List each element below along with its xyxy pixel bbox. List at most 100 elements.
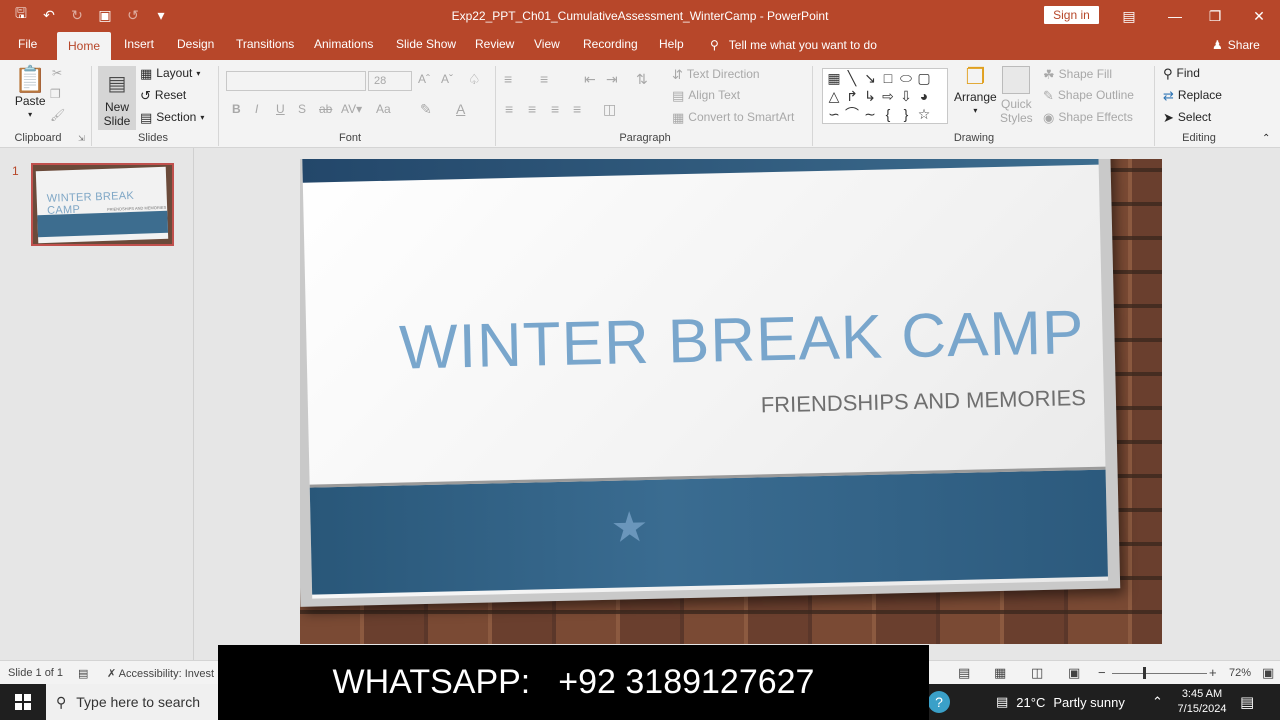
shape-outline-button[interactable]: ✎ Shape Outline <box>1043 88 1134 102</box>
arrow-line-shape-icon[interactable]: ↘ <box>861 69 879 87</box>
align-left-icon[interactable]: ≡ <box>505 101 513 117</box>
tab-file[interactable]: File <box>18 37 37 51</box>
curve-shape-icon[interactable]: ∽ <box>825 105 843 123</box>
slide-sorter-icon[interactable]: ▦ <box>994 665 1006 681</box>
share-button[interactable]: ♟ Share <box>1212 38 1260 52</box>
clipboard-launcher-icon[interactable]: ⇲ <box>78 135 85 143</box>
slide-thumbnail[interactable]: WINTER BREAK CAMP FRIENDSHIPS AND MEMORI… <box>31 163 174 246</box>
font-name-combo[interactable] <box>226 71 366 91</box>
bold-button[interactable]: B <box>232 102 241 116</box>
clock[interactable]: 3:45 AM 7/15/2024 <box>1172 684 1232 720</box>
tab-review[interactable]: Review <box>475 37 514 51</box>
tab-transitions[interactable]: Transitions <box>236 37 294 51</box>
accessibility-status[interactable]: ✗ Accessibility: Invest <box>107 667 214 680</box>
windows-start-icon[interactable] <box>0 684 46 720</box>
slideshow-view-icon[interactable]: ▣ <box>1068 665 1080 681</box>
reading-view-icon[interactable]: ◫ <box>1031 665 1043 681</box>
clear-formatting-icon[interactable]: ♤ <box>468 71 481 88</box>
taskbar-search[interactable]: ⚲ Type here to search <box>46 684 218 720</box>
layout-button[interactable]: ▦ Layout ▾ <box>140 66 200 80</box>
grow-font-icon[interactable]: Aˆ <box>418 72 430 86</box>
squiggle-shape-icon[interactable]: ∼ <box>861 105 879 123</box>
ribbon-display-icon[interactable]: ▤ <box>1106 0 1152 32</box>
tab-design[interactable]: Design <box>177 37 214 51</box>
zoom-out-icon[interactable]: − <box>1098 665 1106 680</box>
zoom-slider-thumb[interactable] <box>1143 667 1146 679</box>
normal-view-icon[interactable]: ▤ <box>958 665 970 681</box>
arrange-button[interactable]: ❐ Arrange ▾ <box>954 66 997 116</box>
right-arrow-shape-icon[interactable]: ⇨ <box>879 87 897 105</box>
line-shape-icon[interactable]: ╲ <box>843 69 861 87</box>
freeform-shape-icon[interactable]: ◕ <box>915 87 933 105</box>
italic-button[interactable]: I <box>255 102 258 116</box>
section-button[interactable]: ▤ Section ▾ <box>140 110 204 124</box>
reset-button[interactable]: ↺ Reset <box>140 88 186 102</box>
tab-recording[interactable]: Recording <box>583 37 638 51</box>
bullets-icon[interactable]: ≡ <box>504 71 512 87</box>
columns-icon[interactable]: ◫ <box>603 101 616 118</box>
rectangle-shape-icon[interactable]: □ <box>879 69 897 87</box>
cut-icon[interactable]: ✂ <box>52 66 62 80</box>
triangle-shape-icon[interactable]: △ <box>825 87 843 105</box>
notes-check-icon[interactable]: ▤ <box>78 667 88 680</box>
close-icon[interactable]: ✕ <box>1236 0 1280 32</box>
zoom-slider[interactable] <box>1112 673 1207 674</box>
highlight-icon[interactable]: ✎ <box>420 101 432 118</box>
slide-subtitle[interactable]: FRIENDSHIPS AND MEMORIES <box>608 385 1087 422</box>
sign-in-button[interactable]: Sign in <box>1044 6 1099 24</box>
quick-styles-button[interactable]: Quick Styles <box>1000 66 1033 125</box>
select-button[interactable]: ➤ Select <box>1163 110 1211 124</box>
paste-button[interactable]: 📋 Paste ▾ <box>14 66 46 119</box>
weather-widget[interactable]: ▤ 21°C Partly sunny <box>996 684 1125 720</box>
character-spacing-icon[interactable]: AV▾ <box>341 102 362 116</box>
right-brace-shape-icon[interactable]: } <box>897 105 915 123</box>
slide-title[interactable]: WINTER BREAK CAMP <box>384 297 1086 384</box>
tab-view[interactable]: View <box>534 37 560 51</box>
align-center-icon[interactable]: ≡ <box>528 101 536 117</box>
tab-help[interactable]: Help <box>659 37 684 51</box>
new-slide-button[interactable]: ▤ New Slide <box>98 66 136 130</box>
tab-slide-show[interactable]: Slide Show <box>396 37 456 51</box>
tab-animations[interactable]: Animations <box>314 37 373 51</box>
shape-fill-button[interactable]: ☘ Shape Fill <box>1043 67 1112 81</box>
arc-shape-icon[interactable]: ⌒ <box>843 105 861 123</box>
tray-chevron-icon[interactable]: ⌃ <box>1152 684 1163 720</box>
decrease-indent-icon[interactable]: ⇤ <box>584 71 596 88</box>
oval-shape-icon[interactable]: ⬭ <box>897 69 915 87</box>
underline-button[interactable]: U <box>276 102 285 116</box>
left-brace-shape-icon[interactable]: { <box>879 105 897 123</box>
notifications-icon[interactable]: ▤ <box>1240 684 1254 720</box>
format-painter-icon[interactable]: 🖌 <box>50 108 65 122</box>
strikethrough-icon[interactable]: ab <box>319 102 332 116</box>
copy-icon[interactable]: ❐ <box>50 87 61 101</box>
replace-button[interactable]: ⇄ Replace <box>1163 88 1222 102</box>
rounded-rectangle-shape-icon[interactable]: ▢ <box>915 69 933 87</box>
fit-to-window-icon[interactable]: ▣ <box>1262 665 1274 681</box>
star-shape-icon[interactable]: ☆ <box>915 105 933 123</box>
zoom-level[interactable]: 72% <box>1229 667 1251 679</box>
down-arrow-shape-icon[interactable]: ⇩ <box>897 87 915 105</box>
font-color-icon[interactable]: A <box>456 101 465 117</box>
shadow-button[interactable]: S <box>298 102 306 116</box>
elbow-arrow-shape-icon[interactable]: ↳ <box>861 87 879 105</box>
convert-smartart-button[interactable]: ▦ Convert to SmartArt <box>672 110 794 124</box>
numbering-icon[interactable]: ≡ <box>540 71 548 87</box>
tab-insert[interactable]: Insert <box>124 37 154 51</box>
align-right-icon[interactable]: ≡ <box>551 101 559 117</box>
change-case-button[interactable]: Aa <box>376 102 391 116</box>
shape-effects-button[interactable]: ◉ Shape Effects <box>1043 110 1133 124</box>
increase-indent-icon[interactable]: ⇥ <box>606 71 618 88</box>
elbow-connector-shape-icon[interactable]: ↱ <box>843 87 861 105</box>
justify-icon[interactable]: ≡ <box>573 101 581 117</box>
shapes-gallery[interactable]: ▦ ╲ ↘ □ ⬭ ▢ △ ↱ ↳ ⇨ ⇩ ◕ ∽ ⌒ ∼ { } ☆ <box>822 68 948 124</box>
find-button[interactable]: ⚲ Find <box>1163 66 1200 80</box>
restore-icon[interactable]: ❐ <box>1192 0 1238 32</box>
font-size-combo[interactable]: 28 <box>368 71 412 91</box>
slide[interactable]: ★ WINTER BREAK CAMP FRIENDSHIPS AND MEMO… <box>300 159 1162 644</box>
tell-me-box[interactable]: ⚲ Tell me what you want to do <box>710 38 877 52</box>
shrink-font-icon[interactable]: Aˇ <box>441 72 453 86</box>
collapse-ribbon-icon[interactable]: ⌃ <box>1262 134 1270 144</box>
textbox-shape-icon[interactable]: ▦ <box>825 69 843 87</box>
zoom-in-icon[interactable]: + <box>1209 665 1217 680</box>
tab-home[interactable]: Home <box>57 32 112 60</box>
